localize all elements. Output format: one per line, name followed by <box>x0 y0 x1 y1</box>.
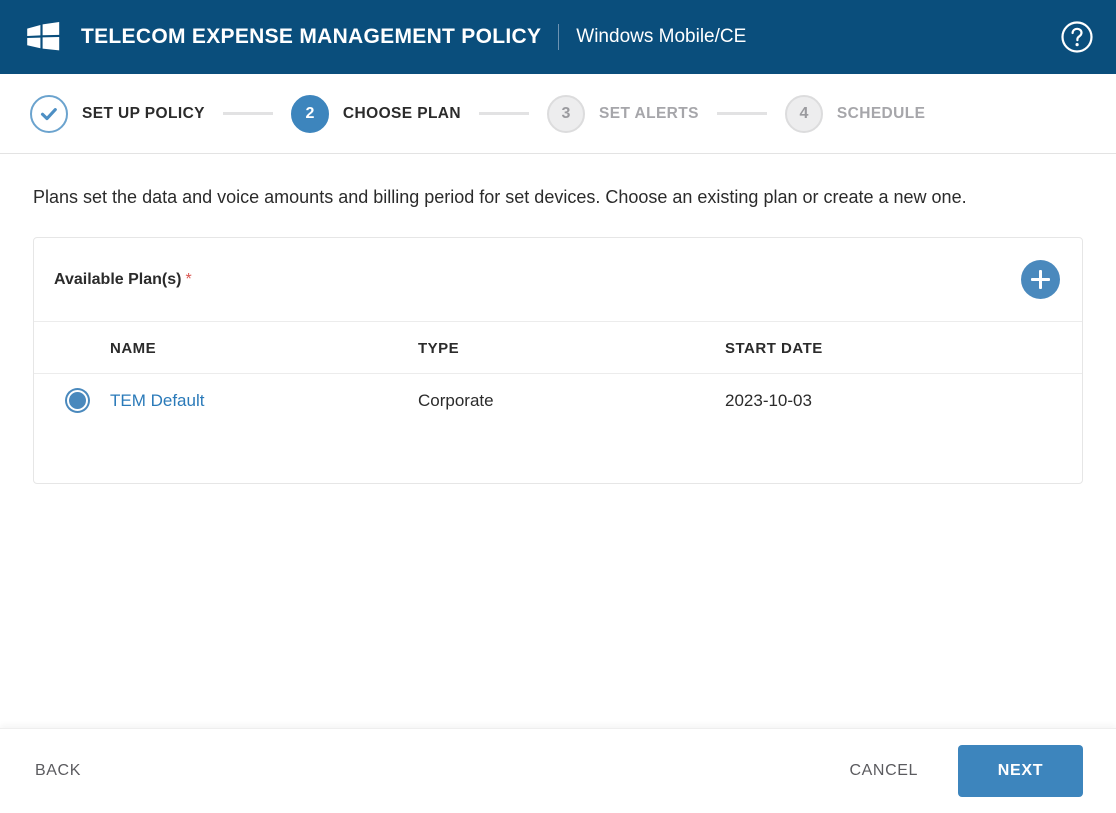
step-3-label: SET ALERTS <box>599 105 699 123</box>
main-content: Plans set the data and voice amounts and… <box>0 154 1116 484</box>
cancel-button[interactable]: CANCEL <box>847 754 920 788</box>
step-connector-2 <box>479 112 529 115</box>
plan-name-link[interactable]: TEM Default <box>110 391 204 410</box>
step-1-label: SET UP POLICY <box>82 105 205 123</box>
row-select-cell <box>34 374 110 428</box>
column-header-name: NAME <box>110 322 418 374</box>
step-schedule[interactable]: 4 SCHEDULE <box>785 95 925 133</box>
required-indicator: * <box>185 271 191 289</box>
column-header-start-date: START DATE <box>725 322 1082 374</box>
step-4-label: SCHEDULE <box>837 105 925 123</box>
step-2-label: CHOOSE PLAN <box>343 105 461 123</box>
wizard-stepper: SET UP POLICY 2 CHOOSE PLAN 3 SET ALERTS… <box>0 74 1116 154</box>
panel-title: Available Plan(s) <box>54 271 181 289</box>
step-connector-1 <box>223 112 273 115</box>
step-set-up-policy[interactable]: SET UP POLICY <box>30 95 205 133</box>
plan-radio-button[interactable] <box>67 390 88 411</box>
column-header-select <box>34 322 110 374</box>
plans-table: NAME TYPE START DATE TEM Default Corpora… <box>34 322 1082 483</box>
next-button[interactable]: NEXT <box>958 745 1083 797</box>
available-plans-panel: Available Plan(s) * NAME TYPE START DATE <box>33 237 1083 484</box>
row-type-cell: Corporate <box>418 374 725 428</box>
step-choose-plan[interactable]: 2 CHOOSE PLAN <box>291 95 461 133</box>
step-2-number: 2 <box>291 95 329 133</box>
page-title: TELECOM EXPENSE MANAGEMENT POLICY <box>81 25 541 49</box>
row-name-cell: TEM Default <box>110 374 418 428</box>
row-start-date-cell: 2023-10-03 <box>725 374 1082 428</box>
step-4-number: 4 <box>785 95 823 133</box>
intro-text: Plans set the data and voice amounts and… <box>33 182 1083 213</box>
step-set-alerts[interactable]: 3 SET ALERTS <box>547 95 699 133</box>
header-subtitle: Windows Mobile/CE <box>576 26 746 48</box>
app-header: TELECOM EXPENSE MANAGEMENT POLICY Window… <box>0 0 1116 74</box>
plans-table-body: TEM Default Corporate 2023-10-03 <box>34 374 1082 484</box>
back-button[interactable]: BACK <box>33 754 83 788</box>
wizard-footer: BACK CANCEL NEXT <box>0 728 1116 813</box>
windows-logo-icon <box>25 22 61 52</box>
step-connector-3 <box>717 112 767 115</box>
panel-header: Available Plan(s) * <box>34 238 1082 322</box>
table-row[interactable]: TEM Default Corporate 2023-10-03 <box>34 374 1082 428</box>
column-header-type: TYPE <box>418 322 725 374</box>
step-1-check-icon <box>30 95 68 133</box>
table-empty-space <box>34 427 1082 483</box>
help-circle-icon[interactable] <box>1060 20 1094 54</box>
step-3-number: 3 <box>547 95 585 133</box>
header-divider <box>558 24 559 50</box>
add-plan-button[interactable] <box>1021 260 1060 299</box>
table-header-row: NAME TYPE START DATE <box>34 322 1082 374</box>
plans-table-head: NAME TYPE START DATE <box>34 322 1082 374</box>
